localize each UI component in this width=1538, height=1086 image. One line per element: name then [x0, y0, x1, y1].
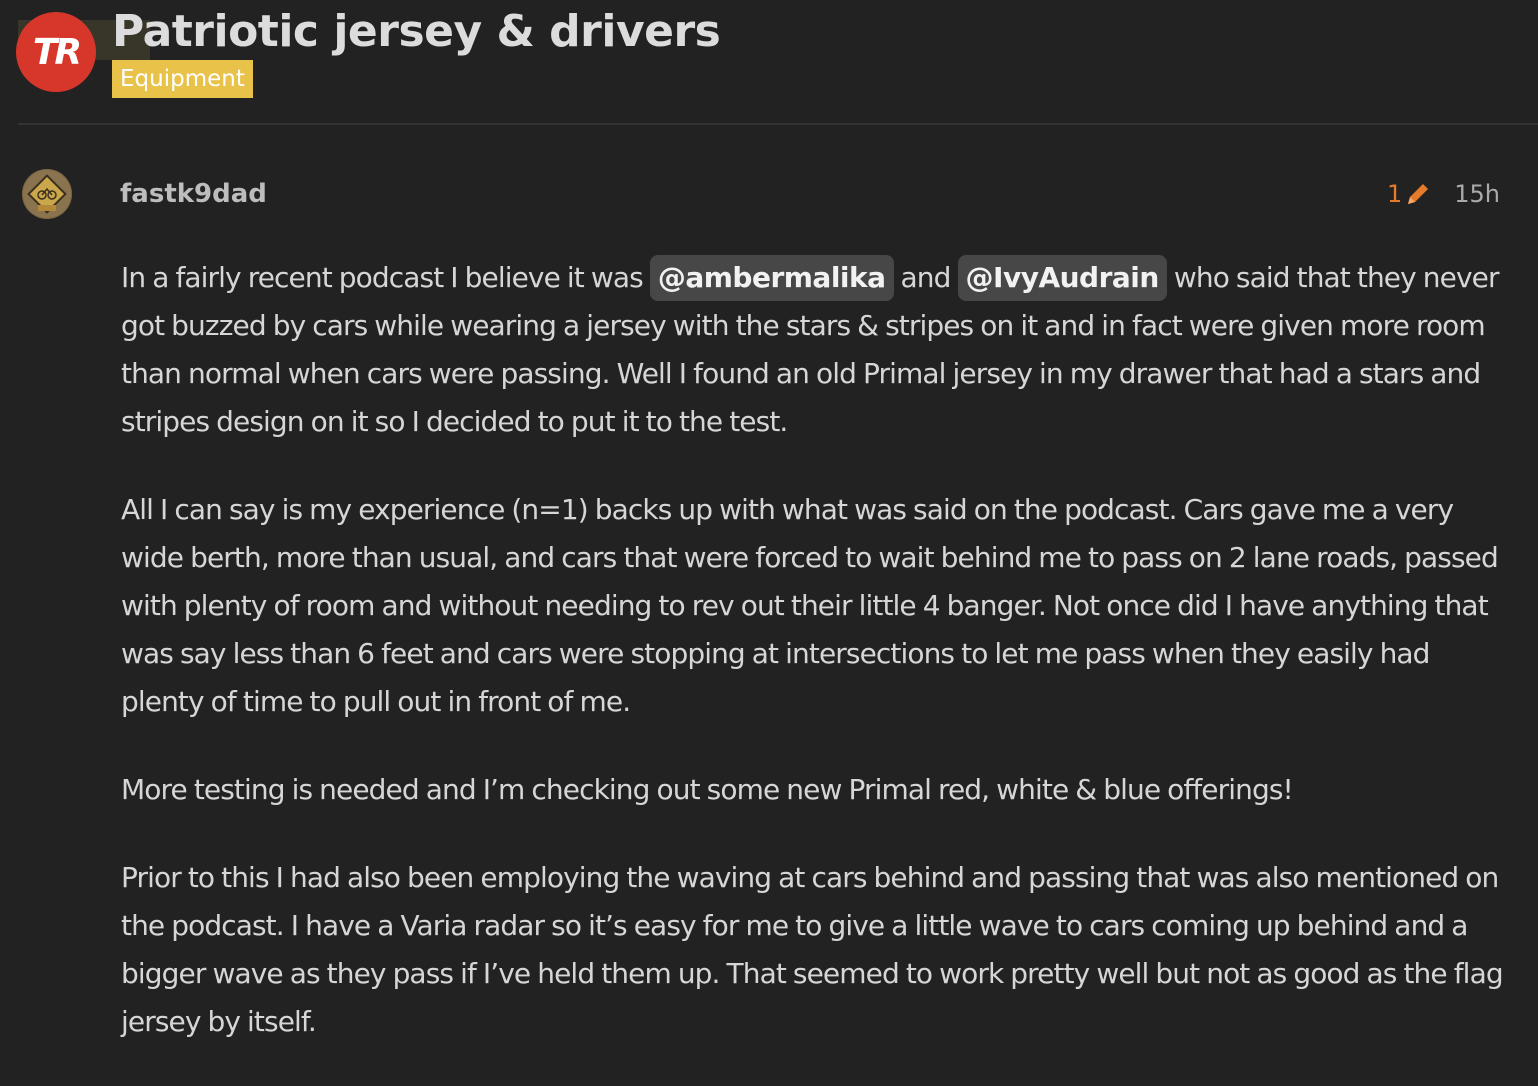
post-timestamp[interactable]: 15h: [1454, 180, 1500, 208]
edit-history-button[interactable]: 1: [1387, 180, 1432, 208]
avatar-image: [22, 169, 72, 219]
mention-ivyaudrain[interactable]: @IvyAudrain: [957, 255, 1167, 301]
site-logo-text: TR: [32, 31, 82, 73]
post-paragraph-2: All I can say is my experience (n=1) bac…: [121, 493, 1499, 718]
mention-ambermalika[interactable]: @ambermalika: [649, 255, 894, 301]
pencil-icon: [1408, 184, 1429, 204]
topic-title[interactable]: Patriotic jersey & drivers: [112, 4, 721, 60]
edit-count: 1: [1386, 180, 1403, 208]
post-body: In a fairly recent podcast I believe it …: [121, 254, 1511, 1086]
category-badge[interactable]: Equipment: [112, 60, 253, 98]
paragraph-text: In a fairly recent podcast I believe it …: [121, 261, 650, 294]
post-paragraph-1: In a fairly recent podcast I believe it …: [121, 254, 1511, 446]
post-username[interactable]: fastk9dad: [120, 174, 267, 214]
topic-header: TR Patriotic jersey & drivers Equipment: [0, 0, 1538, 124]
post-paragraph-4: Prior to this I had also been employing …: [121, 861, 1504, 1038]
post-meta: 1 15h: [1387, 174, 1500, 214]
site-logo[interactable]: TR: [16, 12, 96, 92]
user-avatar[interactable]: [22, 169, 72, 219]
paragraph-text: and: [893, 261, 958, 294]
post-paragraph-3: More testing is needed and I’m checking …: [121, 773, 1294, 806]
header-divider: [18, 123, 1538, 125]
